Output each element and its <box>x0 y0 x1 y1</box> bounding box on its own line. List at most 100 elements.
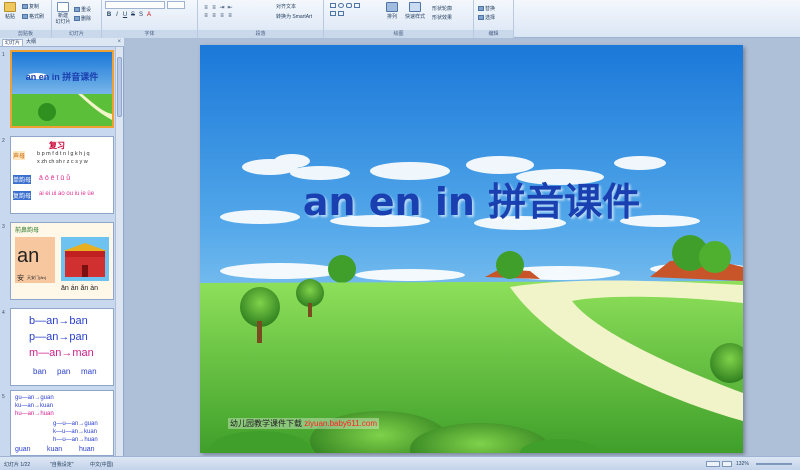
footer-url: ziyuan.baby611.com <box>304 419 378 428</box>
slide-thumbnail-4[interactable]: b—an→ban p—an→pan m—an→man ban pan man <box>10 308 114 386</box>
triangle-shape-icon[interactable] <box>338 11 344 16</box>
quick-styles-button[interactable]: 快速样式 <box>404 2 426 20</box>
slide-2-label-a: 声母 <box>13 151 26 160</box>
paragraph-buttons-row1: ≡ ≡ ⇥ ⇤ <box>202 4 234 11</box>
slide-4-word-1: ban <box>33 367 47 376</box>
align-left-button[interactable]: ≡ <box>202 13 210 19</box>
numbering-button[interactable]: ≡ <box>210 5 218 11</box>
slide-4-line1: b—an→ban <box>29 315 88 327</box>
slide-number: 3 <box>2 224 5 230</box>
brush-icon <box>22 14 28 20</box>
view-sorter-icon[interactable] <box>722 461 732 467</box>
font-group: BIUSSA 字体 <box>102 0 198 38</box>
slide-footer: 幼儿园教学课件下载 ziyuan.baby611.com <box>228 418 380 429</box>
format-painter-button[interactable]: 格式刷 <box>22 13 44 20</box>
outdent-button[interactable]: ⇤ <box>226 4 234 11</box>
rectangle-shape-icon[interactable] <box>330 3 336 8</box>
replace-button[interactable]: 替换 <box>478 5 495 12</box>
slide-5-line6: h—u—an→huan <box>53 437 98 443</box>
shape-outline-button[interactable]: 形状轮廓 <box>432 5 452 12</box>
slide-editing-area: an en in 拼音课件 幼儿园教学课件下载 ziyuan.baby611.c… <box>124 38 800 456</box>
slide-background-image <box>200 45 743 453</box>
slide-number: 4 <box>2 310 5 316</box>
slide-3-small: 天安门(ān) <box>27 275 47 280</box>
font-name-box[interactable] <box>105 1 165 9</box>
slide-thumbnail-5[interactable]: gu—an→guan ku—an→kuan hu—an→huan g—u—an→… <box>10 390 114 456</box>
arrange-icon <box>386 2 398 12</box>
pane-scrollbar[interactable] <box>115 47 123 456</box>
line-shape-icon[interactable] <box>354 3 360 8</box>
font-size-box[interactable] <box>167 1 185 9</box>
oval-shape-icon[interactable] <box>338 3 344 8</box>
copy-button[interactable]: 复制 <box>22 3 39 10</box>
font-color-button[interactable]: A <box>145 12 153 18</box>
italic-button[interactable]: I <box>113 12 121 18</box>
justify-button[interactable]: ≡ <box>226 13 234 19</box>
underline-button[interactable]: U <box>121 12 129 18</box>
status-slide-count: 幻灯片 1/22 <box>4 462 31 468</box>
slide-1-thumb-title: an en in 拼音课件 <box>25 72 99 82</box>
slide-2-row-b: ā ō ē ī ū ǖ <box>39 175 71 182</box>
slide-5-line5: k—u—an→kuan <box>53 429 98 435</box>
shadow-button[interactable]: S <box>137 12 145 18</box>
zoom-slider[interactable] <box>756 463 792 465</box>
arrow-shape-icon[interactable] <box>330 11 336 16</box>
slide-2-line1: b p m f d t n l g k h j q <box>37 151 90 157</box>
slide-5-word-3: huan <box>79 446 95 453</box>
slide-thumbnail-3[interactable]: 前鼻韵母 an 安 天安门(ān) ān án ǎn àn <box>10 222 114 300</box>
shape-effects-button[interactable]: 形状效果 <box>432 14 452 21</box>
select-button[interactable]: 选择 <box>478 14 495 21</box>
slide-4-word-3: man <box>81 367 97 376</box>
strikethrough-button[interactable]: S <box>129 12 137 18</box>
new-slide-button[interactable]: 新建 幻灯片 <box>54 2 72 25</box>
tab-outline[interactable]: 大纲 <box>24 39 38 46</box>
slide-1-preview-image <box>12 52 112 126</box>
slide-4-word-2: pan <box>57 367 71 376</box>
align-center-button[interactable]: ≡ <box>210 13 218 19</box>
slide-4-line3: m—an→man <box>29 347 94 359</box>
paragraph-buttons-row2: ≡ ≡ ≡ ≡ <box>202 13 234 19</box>
slide-3-heading: 前鼻韵母 <box>15 228 40 234</box>
align-right-button[interactable]: ≡ <box>218 13 226 19</box>
slide-2-label-c: 复韵母 <box>13 191 32 200</box>
slide-2-heading: 复习 <box>49 141 65 150</box>
slide-number: 5 <box>2 394 5 400</box>
slide-thumbnail-2[interactable]: 复习 声母 b p m f d t n l g k h j q x zh ch … <box>10 136 114 214</box>
group-label-drawing: 绘图 <box>324 30 473 38</box>
smartart-button[interactable]: 转换为 SmartArt <box>276 13 312 20</box>
slide-title[interactable]: an en in 拼音课件 <box>200 171 743 226</box>
paragraph-group: 对齐文本 转换为 SmartArt ≡ ≡ ⇥ ⇤ ≡ ≡ ≡ ≡ 段落 <box>198 0 324 38</box>
slide-number: 1 <box>2 52 5 58</box>
delete-button[interactable]: 删除 <box>74 15 91 22</box>
scrollbar-thumb[interactable] <box>117 57 122 117</box>
group-label-editing: 编辑 <box>474 30 513 38</box>
align-text-button[interactable]: 对齐文本 <box>276 3 296 10</box>
indent-button[interactable]: ⇥ <box>218 4 226 11</box>
slide-5-line2: ku—an→kuan <box>15 403 54 409</box>
current-slide[interactable]: an en in 拼音课件 幼儿园教学课件下载 ziyuan.baby611.c… <box>200 45 743 453</box>
replace-icon <box>478 6 484 12</box>
clipboard-group: 粘贴 复制 格式刷 剪贴板 <box>0 0 52 38</box>
status-bar: 幻灯片 1/22 "自我设定" 中文(中国) 132% <box>0 456 800 470</box>
slide-2-line2: x zh ch sh r z c s y w <box>37 159 88 165</box>
pane-tabs: 幻灯片 大纲 × <box>0 38 124 47</box>
arrange-button[interactable]: 排列 <box>384 2 400 20</box>
reset-button[interactable]: 重设 <box>74 6 91 13</box>
view-normal-icon[interactable] <box>706 461 720 467</box>
paste-button[interactable]: 粘贴 <box>2 2 18 20</box>
slide-5-word-2: kuan <box>47 446 63 453</box>
slide-number: 2 <box>2 138 5 144</box>
select-icon <box>478 15 484 21</box>
tab-slides[interactable]: 幻灯片 <box>2 39 24 46</box>
reset-icon <box>74 7 80 13</box>
group-label-clipboard: 剪贴板 <box>0 30 51 38</box>
drawing-group: 排列 快速样式 形状轮廓 形状效果 绘图 <box>324 0 474 38</box>
paste-icon <box>4 2 16 12</box>
bullets-button[interactable]: ≡ <box>202 5 210 11</box>
slide-thumbnail-1[interactable]: an en in 拼音课件 <box>10 50 114 128</box>
status-theme: "自我设定" <box>50 462 74 468</box>
ribbon: 粘贴 复制 格式刷 剪贴板 新建 幻灯片 重设 删除 幻灯片 BIUSSA 字体… <box>0 0 800 38</box>
bold-button[interactable]: B <box>105 12 113 18</box>
close-icon[interactable]: × <box>117 39 121 46</box>
rounded-rect-shape-icon[interactable] <box>346 3 352 8</box>
